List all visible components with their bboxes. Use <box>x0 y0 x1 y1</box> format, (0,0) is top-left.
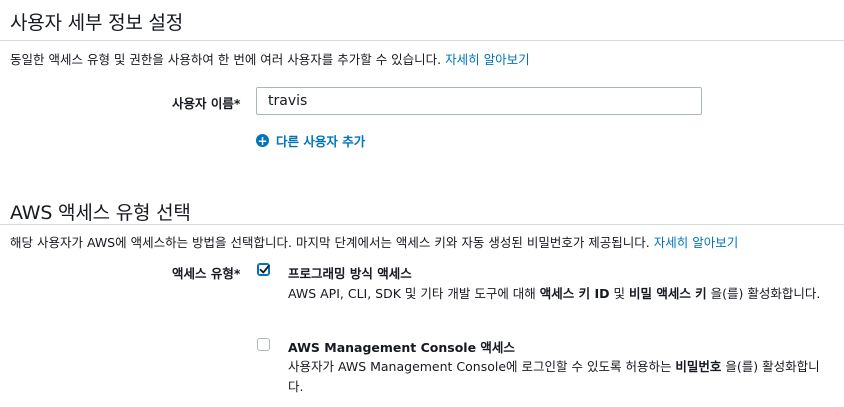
plus-circle-icon: + <box>256 133 269 148</box>
learn-more-link[interactable]: 자세히 알아보기 <box>445 52 529 67</box>
checkmark-icon <box>259 264 270 274</box>
programmatic-access-description: AWS API, CLI, SDK 및 기타 개발 도구에 대해 액세스 키 I… <box>288 286 821 301</box>
access-type-description: 해당 사용자가 AWS에 액세스하는 방법을 선택합니다. 마지막 단계에서는 … <box>10 232 738 251</box>
access-type-label: 액세스 유형* <box>172 266 241 281</box>
programmatic-access-checkbox[interactable] <box>257 263 270 276</box>
access-type-title: AWS 액세스 유형 선택 <box>10 202 191 224</box>
section-divider <box>0 40 844 41</box>
console-access-description: 사용자가 AWS Management Console에 로그인할 수 있도록 … <box>288 359 820 394</box>
user-details-description: 동일한 액세스 유형 및 권한을 사용하여 한 번에 여러 사용자를 추가할 수… <box>10 49 530 68</box>
username-label: 사용자 이름* <box>172 96 241 111</box>
add-user-label: 다른 사용자 추가 <box>276 134 366 149</box>
console-access-checkbox[interactable] <box>257 338 270 351</box>
access-type-description-text: 해당 사용자가 AWS에 액세스하는 방법을 선택합니다. 마지막 단계에서는 … <box>10 235 650 250</box>
user-details-description-text: 동일한 액세스 유형 및 권한을 사용하여 한 번에 여러 사용자를 추가할 수… <box>10 52 442 67</box>
user-details-title: 사용자 세부 정보 설정 <box>10 12 184 34</box>
add-another-user-button[interactable]: + 다른 사용자 추가 <box>256 131 365 150</box>
username-input[interactable] <box>256 87 702 115</box>
console-access-title: AWS Management Console 액세스 <box>288 340 515 355</box>
programmatic-access-title: 프로그래밍 방식 액세스 <box>288 266 412 281</box>
learn-more-link[interactable]: 자세히 알아보기 <box>654 235 738 250</box>
section-divider <box>0 224 844 225</box>
